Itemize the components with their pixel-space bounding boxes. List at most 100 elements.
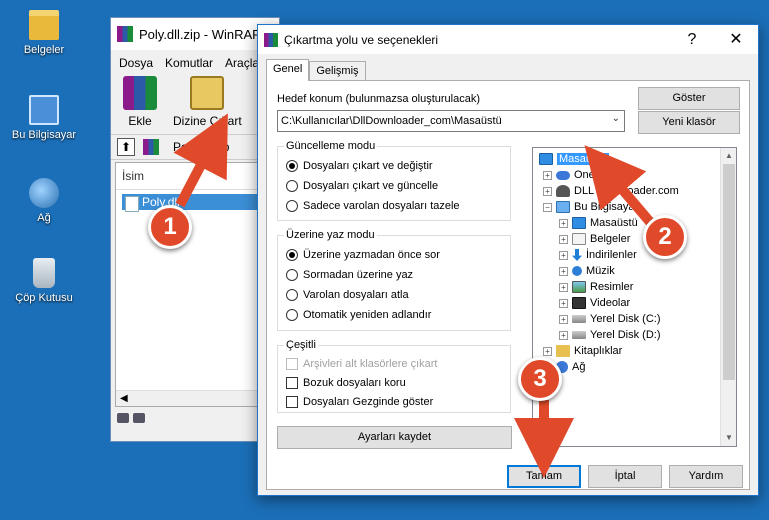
expand-icon[interactable]: + [559, 266, 568, 276]
save-settings-button[interactable]: Ayarları kaydet [277, 426, 512, 449]
tree-item-pictures[interactable]: + Resimler [559, 279, 633, 295]
tab-strip: Genel Gelişmiş [266, 59, 366, 81]
expand-icon[interactable]: + [543, 346, 552, 356]
tree-item-libraries[interactable]: + Kitaplıklar [543, 343, 622, 359]
expand-icon[interactable]: + [543, 170, 552, 180]
expand-icon[interactable]: + [559, 218, 568, 228]
scroll-thumb[interactable] [723, 164, 735, 380]
tree-item-this-pc[interactable]: − Bu Bilgisayar [543, 199, 638, 215]
show-button[interactable]: Göster [638, 87, 740, 110]
winrar-app-icon [117, 26, 133, 42]
checkbox-icon [286, 396, 298, 408]
archive-add-icon [123, 76, 157, 110]
disk-icon [572, 315, 586, 323]
tree-item-user[interactable]: + DLL Downloader.com [543, 183, 679, 199]
folder-tree: Masaüstü + OneDrive + DLL Downloader.com… [532, 147, 737, 447]
option-label: Bozuk dosyaları koru [303, 377, 406, 389]
desktop-icon-this-pc[interactable]: Bu Bilgisayar [6, 95, 82, 141]
tree-item-desktop-root[interactable]: Masaüstü [539, 151, 609, 167]
checkbox-extract-to-subfolders[interactable]: Arşivleri alt klasörlere çıkart [286, 358, 437, 370]
cancel-button[interactable]: İptal [588, 465, 662, 488]
radio-ask-before-overwrite[interactable]: Üzerine yazmadan önce sor [286, 249, 440, 261]
radio-overwrite-without-prompt[interactable]: Sormadan üzerine yaz [286, 269, 413, 281]
tree-item-label: Videolar [590, 297, 631, 309]
tab-advanced[interactable]: Gelişmiş [309, 61, 366, 81]
tree-item-disk-c[interactable]: + Yerel Disk (C:) [559, 311, 661, 327]
archive-path: Poly.dll.zip [173, 140, 230, 154]
tree-item-disk-d[interactable]: + Yerel Disk (D:) [559, 327, 661, 343]
desktop-icon-network[interactable]: Ağ [6, 178, 82, 224]
tree-item-label: Belgeler [590, 233, 631, 245]
overwrite-mode-group: Üzerine yaz modu Üzerine yazmadan önce s… [277, 229, 511, 331]
horizontal-scrollbar[interactable]: ◀ [116, 390, 274, 406]
extract-icon [190, 76, 225, 110]
new-folder-button[interactable]: Yeni klasör [638, 111, 740, 134]
desktop-icon-documents[interactable]: Belgeler [6, 10, 82, 56]
recycle-bin-icon [33, 258, 55, 288]
tree-item-downloads[interactable]: + İndirilenler [559, 247, 637, 263]
radio-extract-replace[interactable]: Dosyaları çıkart ve değiştir [286, 160, 433, 172]
radio-auto-rename[interactable]: Otomatik yeniden adlandır [286, 309, 431, 321]
list-item[interactable]: Poly.dll [122, 194, 268, 212]
tree-item-label: OneDrive [574, 169, 621, 181]
tree-item-onedrive[interactable]: + OneDrive [543, 167, 620, 183]
help-dialog-button[interactable]: Yardım [669, 465, 743, 488]
scroll-up-icon[interactable]: ▲ [721, 148, 736, 164]
menu-file[interactable]: Dosya [119, 56, 153, 70]
column-header-name[interactable]: İsim [116, 163, 274, 190]
ok-button[interactable]: Tamam [507, 465, 581, 488]
tab-general[interactable]: Genel [266, 59, 310, 81]
radio-skip-existing[interactable]: Varolan dosyaları atla [286, 289, 409, 301]
expand-icon[interactable]: + [559, 314, 568, 324]
computer-icon [29, 95, 59, 125]
radio-icon [286, 309, 298, 321]
extract-button-label: Dizine Çıkart [173, 114, 242, 128]
menu-commands[interactable]: Komutlar [165, 56, 213, 70]
tree-item-label: Ağ [572, 361, 586, 373]
extract-to-button[interactable]: Dizine Çıkart [173, 76, 242, 132]
checkbox-show-in-explorer[interactable]: Dosyaları Gezginde göster [286, 396, 433, 408]
expand-icon[interactable]: + [559, 298, 568, 308]
add-button[interactable]: Ekle [123, 76, 157, 132]
tree-item-desktop[interactable]: + Masaüstü [559, 215, 638, 231]
desktop-icon-recycle-bin[interactable]: Çöp Kutusu [6, 258, 82, 304]
checkbox-icon [286, 358, 298, 370]
tree-item-music[interactable]: + Müzik [559, 263, 615, 279]
dialog-titlebar: Çıkartma yolu ve seçenekleri ? ✕ [258, 25, 758, 54]
collapse-icon[interactable]: − [543, 202, 552, 212]
download-icon [572, 249, 582, 261]
expand-icon[interactable]: + [559, 282, 568, 292]
desktop-icon [572, 217, 586, 229]
chevron-down-icon[interactable]: ⌄ [612, 113, 620, 124]
tree-item-documents[interactable]: + Belgeler [559, 231, 630, 247]
option-label: Arşivleri alt klasörlere çıkart [303, 358, 438, 370]
step-badge-2: 2 [643, 215, 687, 259]
radio-fresh-existing[interactable]: Sadece varolan dosyaları tazele [286, 200, 460, 212]
tree-item-label: İndirilenler [586, 249, 637, 261]
tree-item-label: Bu Bilgisayar [574, 201, 639, 213]
update-mode-group: Güncelleme modu Dosyaları çıkart ve deği… [277, 140, 511, 221]
destination-path-combo[interactable]: C:\Kullanıcılar\DllDownloader_com\Masaüs… [277, 110, 625, 132]
tree-item-videos[interactable]: + Videolar [559, 295, 630, 311]
expand-icon[interactable]: + [559, 330, 568, 340]
radio-icon [286, 180, 298, 192]
up-folder-button[interactable]: ⬆ [117, 138, 135, 156]
expand-icon[interactable]: + [559, 250, 568, 260]
status-bar [111, 409, 279, 429]
scroll-down-icon[interactable]: ▼ [721, 430, 736, 446]
cloud-icon [556, 170, 570, 180]
checkbox-keep-broken-files[interactable]: Bozuk dosyaları koru [286, 377, 406, 389]
help-button[interactable]: ? [670, 25, 714, 54]
expand-icon[interactable]: + [543, 186, 552, 196]
archive-icon [143, 139, 159, 155]
radio-extract-update[interactable]: Dosyaları çıkart ve güncelle [286, 180, 438, 192]
tree-vertical-scrollbar[interactable]: ▲ ▼ [720, 148, 736, 446]
option-label: Üzerine yazmadan önce sor [303, 249, 440, 261]
expand-icon[interactable]: + [559, 234, 568, 244]
group-title: Çeşitli [284, 339, 318, 351]
radio-selected-icon [286, 160, 298, 172]
group-title: Güncelleme modu [284, 140, 378, 152]
desktop-icon-label: Çöp Kutusu [15, 292, 73, 304]
close-button[interactable]: ✕ [714, 25, 758, 54]
desktop-icon-label: Bu Bilgisayar [11, 129, 77, 141]
